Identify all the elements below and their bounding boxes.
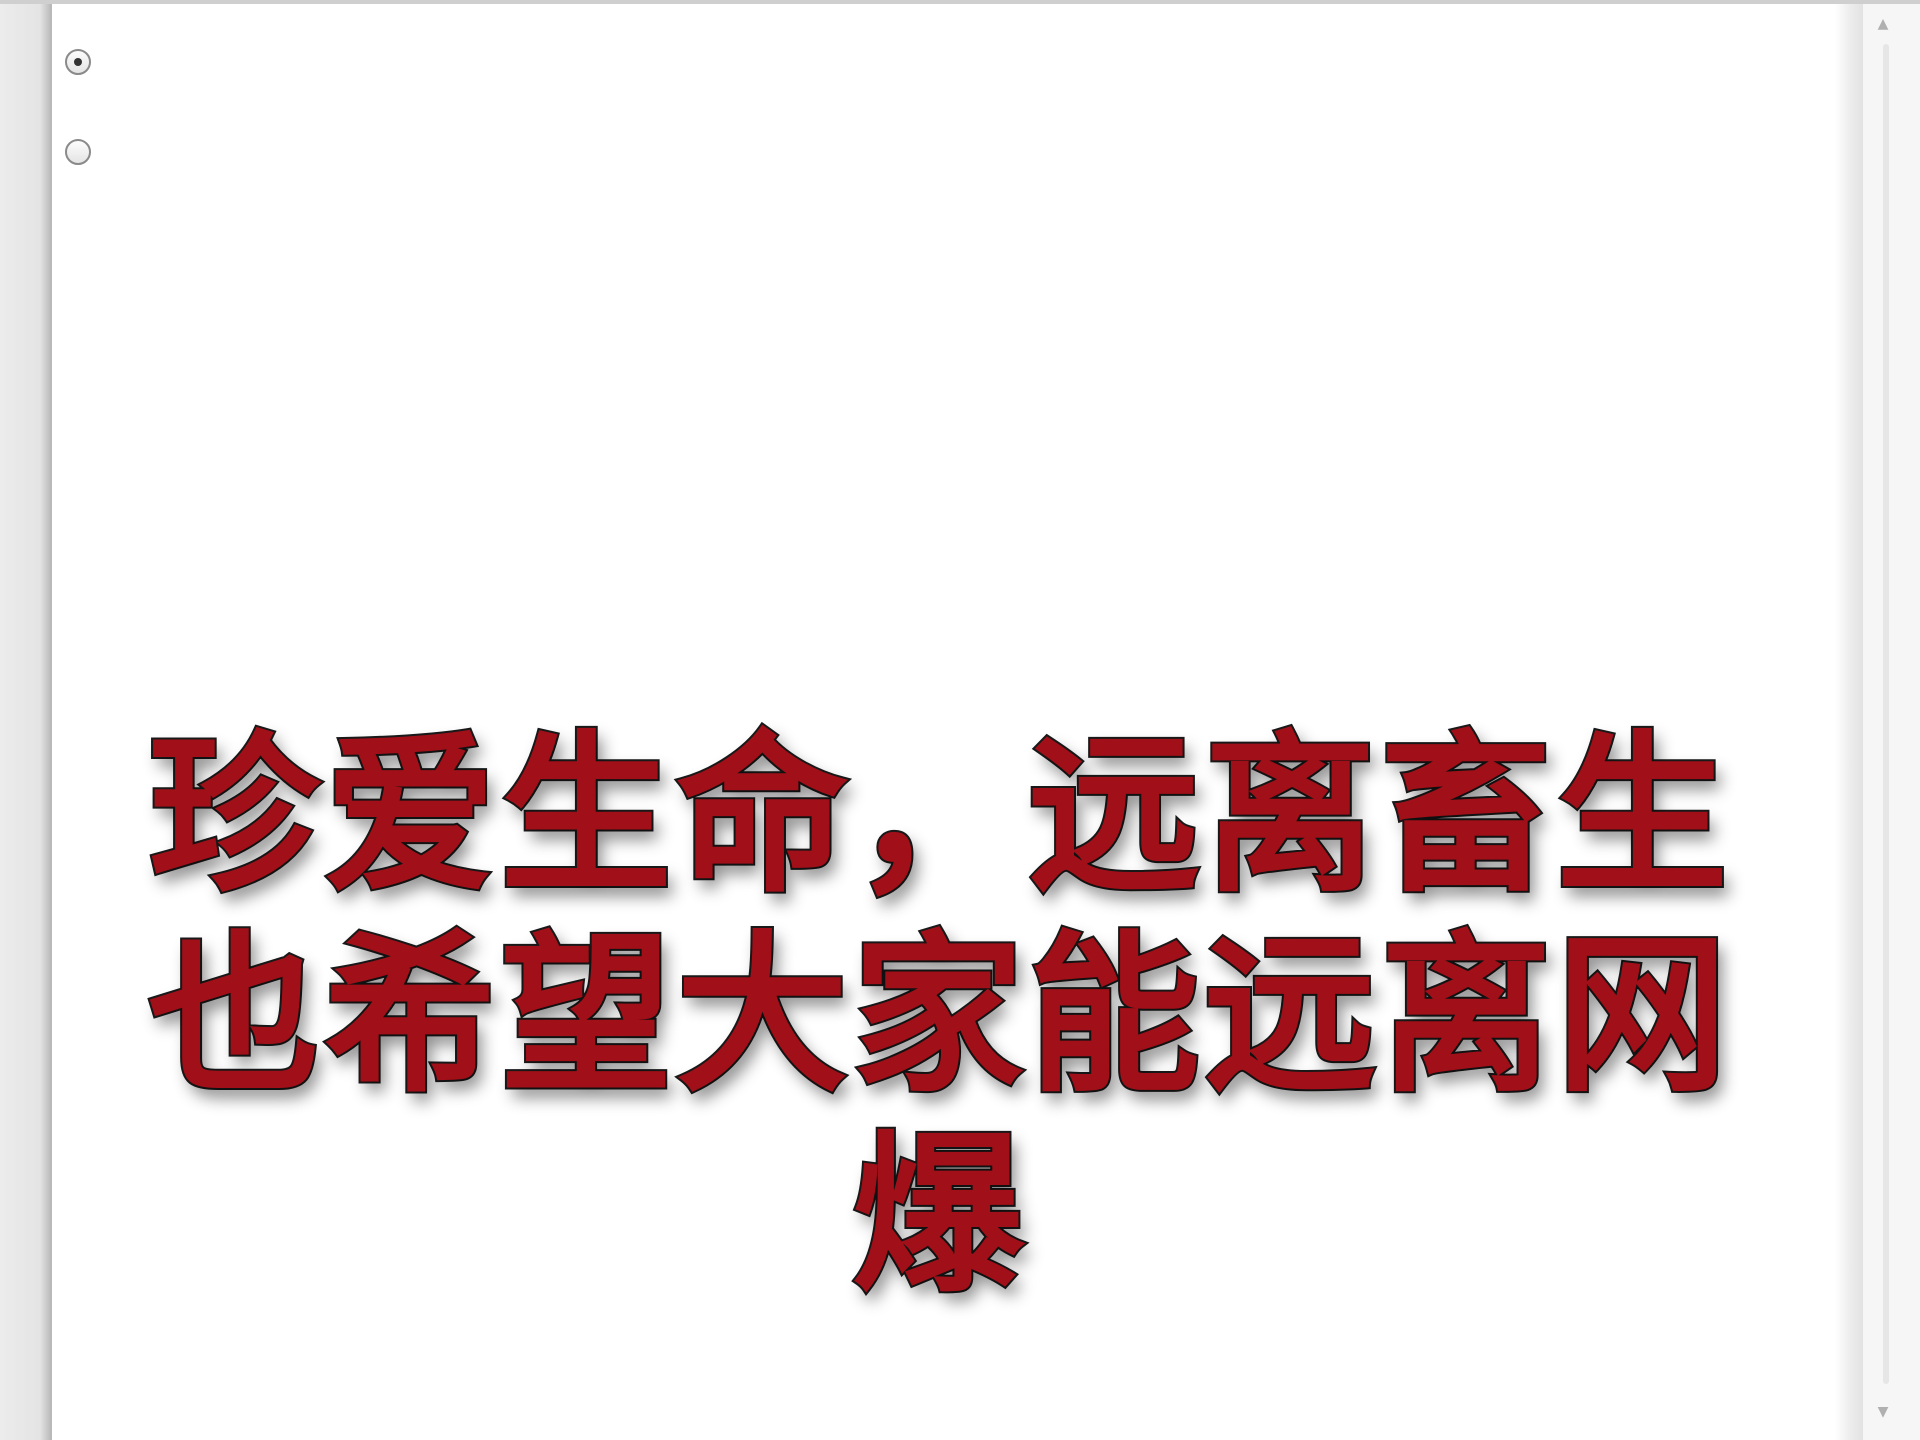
caption-line-3: 爆 [850, 1113, 1028, 1317]
vertical-scrollbar[interactable]: ▲ ▼ [1862, 4, 1920, 1440]
left-gutter [0, 4, 50, 1440]
caption-line-1: 珍爱生命，远离畜生 [146, 713, 1732, 917]
caption-line-2: 也希望大家能远离网 [146, 913, 1732, 1117]
radio-option-2[interactable] [65, 139, 91, 165]
radio-option-1[interactable] [65, 49, 91, 75]
page-right-shadow [1835, 4, 1862, 1440]
overlay-caption: 珍爱生命，远离畜生 也希望大家能远离网 爆 [90, 713, 1790, 1317]
scroll-up-icon[interactable]: ▲ [1871, 12, 1895, 36]
radio-selected-dot [74, 58, 82, 66]
scroll-down-icon[interactable]: ▼ [1871, 1400, 1895, 1424]
scrollbar-track[interactable] [1883, 44, 1889, 1384]
